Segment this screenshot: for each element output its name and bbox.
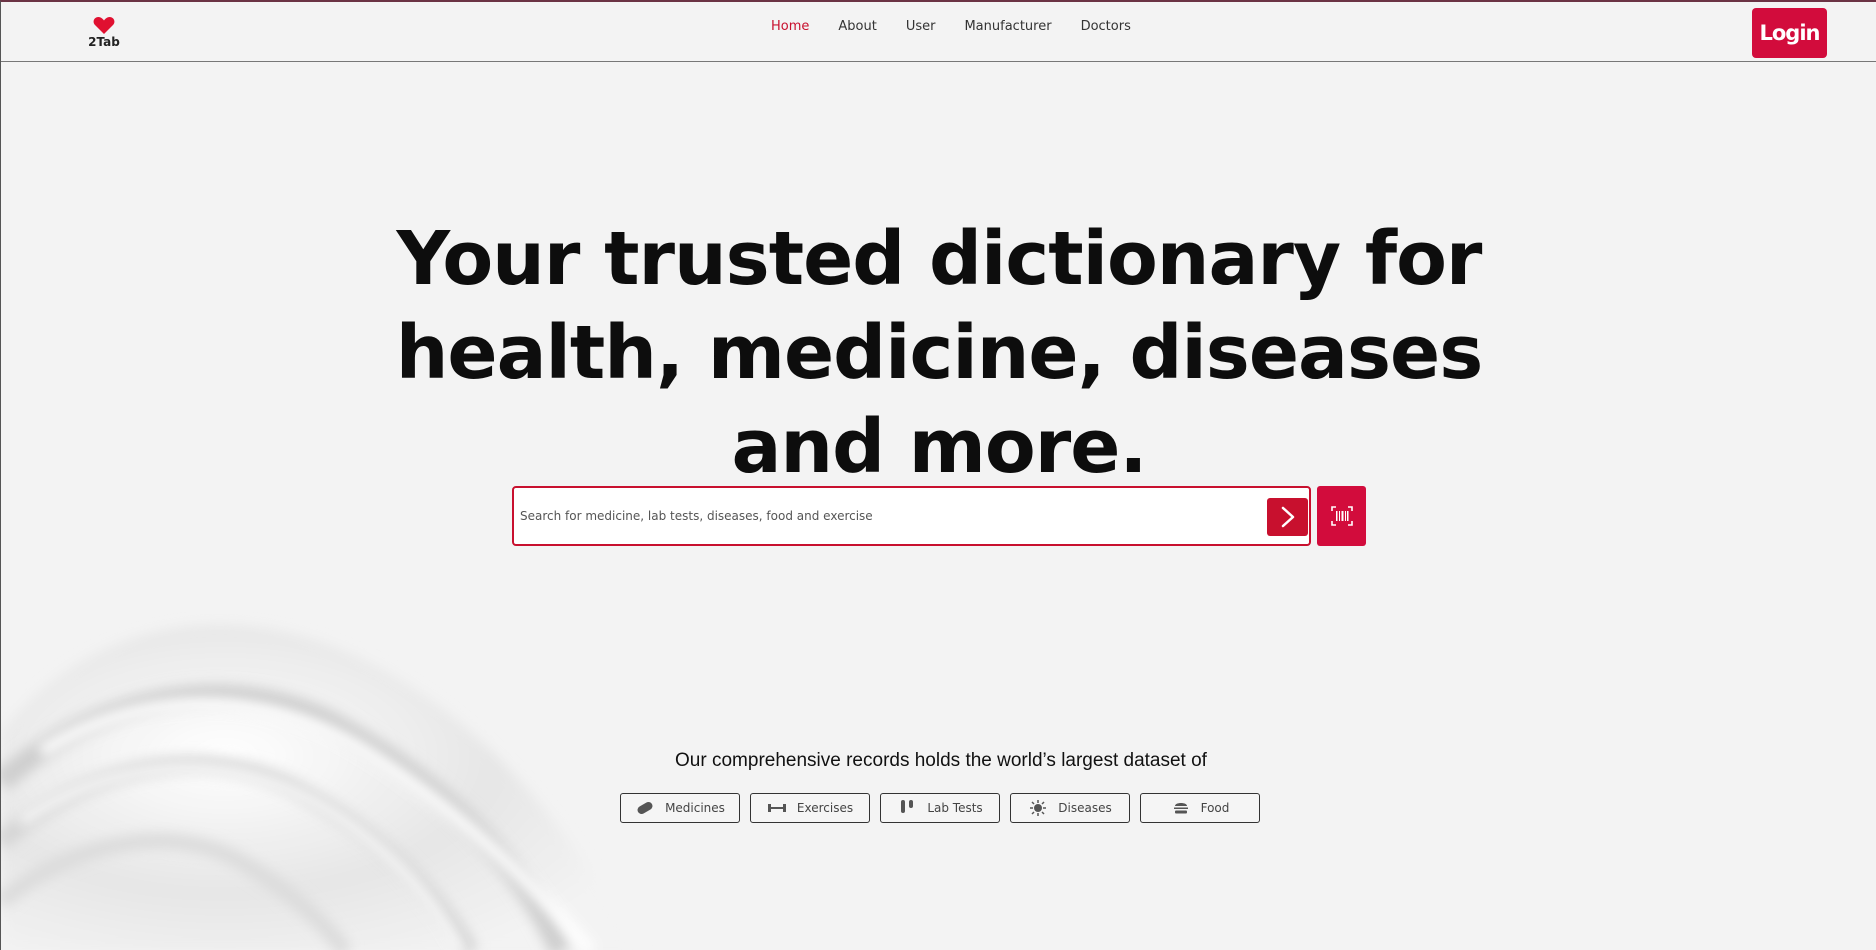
test-tube-icon xyxy=(897,800,917,816)
pill-icon xyxy=(635,800,655,816)
search-input[interactable] xyxy=(520,500,1220,532)
dataset-title: Our comprehensive records holds the worl… xyxy=(675,750,1207,771)
chip-label: Food xyxy=(1200,801,1230,815)
category-medicines[interactable]: Medicines xyxy=(620,793,740,823)
chip-label: Medicines xyxy=(665,801,725,815)
category-lab-tests[interactable]: Lab Tests xyxy=(880,793,1000,823)
category-diseases[interactable]: Diseases xyxy=(1010,793,1130,823)
chip-label: Diseases xyxy=(1058,801,1112,815)
search-bar xyxy=(512,486,1311,546)
hero-title: Your trusted dictionary for health, medi… xyxy=(395,216,1484,490)
category-chips: Medicines Exercises Lab Tests Diseases F… xyxy=(620,793,1260,823)
burger-icon xyxy=(1171,800,1191,816)
chip-label: Exercises xyxy=(796,801,854,815)
barcode-scan-icon xyxy=(1330,506,1353,526)
chevron-right-icon xyxy=(1281,506,1294,528)
logo-text: 2Tab xyxy=(88,35,120,49)
decorative-waves xyxy=(1,612,721,950)
login-button[interactable]: Login xyxy=(1752,8,1827,58)
nav-home[interactable]: Home xyxy=(771,19,809,34)
logo[interactable]: 2Tab xyxy=(87,17,121,51)
category-exercises[interactable]: Exercises xyxy=(750,793,870,823)
search-submit-button[interactable] xyxy=(1267,498,1308,536)
nav-doctors[interactable]: Doctors xyxy=(1081,19,1131,34)
nav-user[interactable]: User xyxy=(906,19,936,34)
dumbbell-icon xyxy=(767,800,787,816)
heart-icon xyxy=(93,17,115,34)
chip-label: Lab Tests xyxy=(927,801,983,815)
top-navbar: 2Tab Home About User Manufacturer Doctor… xyxy=(1,2,1876,62)
main-nav: Home About User Manufacturer Doctors xyxy=(771,19,1160,34)
category-food[interactable]: Food xyxy=(1140,793,1260,823)
barcode-scan-button[interactable] xyxy=(1317,486,1366,546)
nav-manufacturer[interactable]: Manufacturer xyxy=(964,19,1051,34)
virus-icon xyxy=(1028,800,1048,816)
nav-about[interactable]: About xyxy=(838,19,876,34)
